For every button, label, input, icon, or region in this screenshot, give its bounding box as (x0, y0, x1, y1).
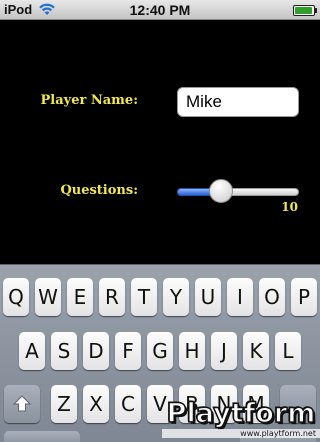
key-s[interactable]: S (51, 332, 77, 370)
key-k[interactable]: K (243, 332, 269, 370)
key-g[interactable]: G (147, 332, 173, 370)
status-bar: iPod 12:40 PM (0, 0, 320, 20)
battery-nub (315, 8, 317, 13)
key-y[interactable]: Y (163, 278, 189, 316)
key-o[interactable]: O (259, 278, 285, 316)
key-z[interactable]: Z (51, 385, 77, 423)
player-name-label: Player Name: (40, 93, 138, 108)
number-mode-key[interactable] (4, 431, 80, 442)
key-x[interactable]: X (83, 385, 109, 423)
key-p[interactable]: P (291, 278, 317, 316)
key-l[interactable]: L (275, 332, 301, 370)
key-u[interactable]: U (195, 278, 221, 316)
key-c[interactable]: C (115, 385, 141, 423)
questions-label: Questions: (60, 183, 138, 198)
key-f[interactable]: F (115, 332, 141, 370)
key-h[interactable]: H (179, 332, 205, 370)
battery-fill (295, 7, 312, 14)
shift-key[interactable] (4, 385, 40, 423)
key-t[interactable]: T (131, 278, 157, 316)
key-d[interactable]: D (83, 332, 109, 370)
key-q[interactable]: Q (3, 278, 29, 316)
key-i[interactable]: I (227, 278, 253, 316)
questions-count: 10 (281, 200, 298, 214)
key-a[interactable]: A (19, 332, 45, 370)
watermark: Playtform www.playtform.net (162, 397, 320, 442)
key-e[interactable]: E (67, 278, 93, 316)
key-j[interactable]: J (211, 332, 237, 370)
player-name-field[interactable]: Mike (177, 87, 299, 117)
key-w[interactable]: W (35, 278, 61, 316)
shift-arrow-icon (12, 395, 32, 412)
watermark-logo: Playtform (166, 397, 316, 430)
watermark-url: www.playtform.net (162, 429, 320, 438)
battery-icon (293, 5, 315, 16)
slider-thumb[interactable] (208, 179, 233, 203)
status-time: 12:40 PM (129, 2, 191, 18)
key-r[interactable]: R (99, 278, 125, 316)
